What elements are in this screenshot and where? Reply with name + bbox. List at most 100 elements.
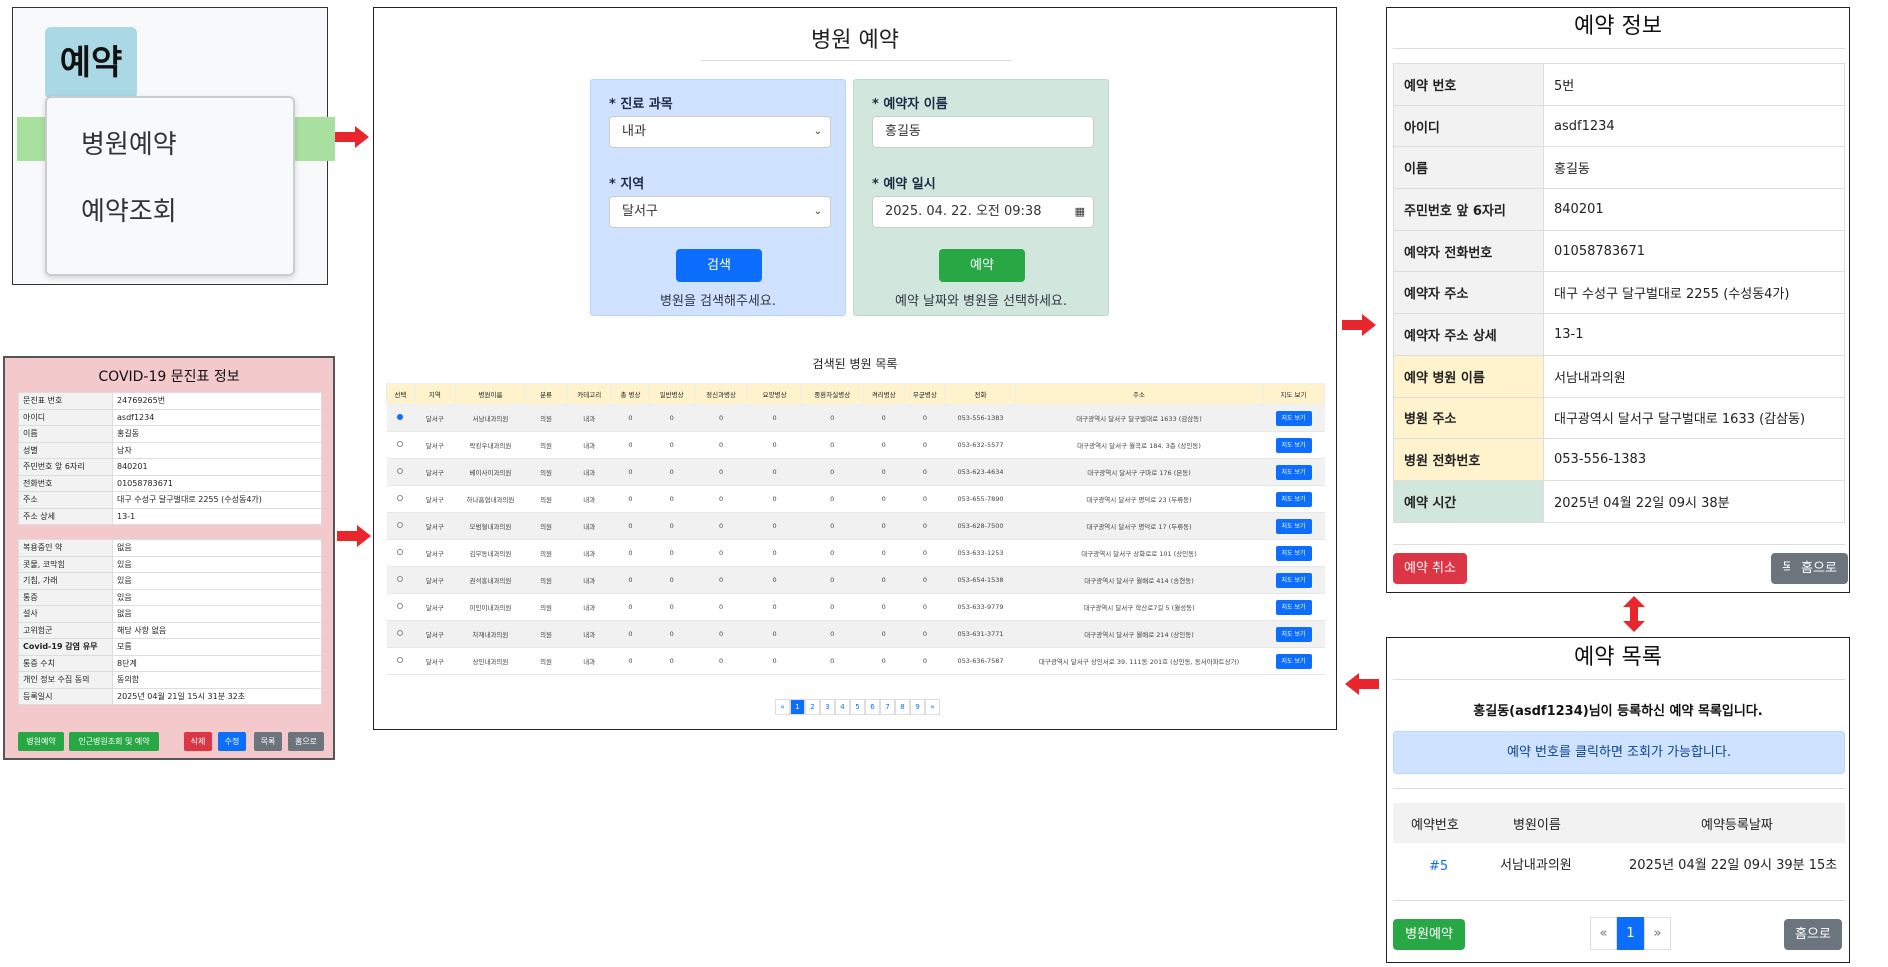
page-button[interactable]: 1 [790, 699, 805, 715]
reserve-hint: 예약 날짜와 병원을 선택하세요. [894, 294, 1067, 309]
view-map-button[interactable]: 지도 보기 [1275, 599, 1312, 615]
row-value: 홍길동 [112, 425, 322, 443]
list-title: 예약 목록 [1574, 645, 1662, 670]
page-button[interactable]: 8 [895, 699, 910, 715]
prev-page-button[interactable]: « [1590, 917, 1617, 950]
row-label: 예약자 주소 [1393, 271, 1544, 315]
list-button[interactable]: 목록 [254, 732, 282, 751]
table-cell: 0 [801, 404, 864, 432]
table-row[interactable]: 달서구 베이사이과의원 의원 내과 0 0 0 0 0 0 0 053-623-4634 대구광역시 달… [386, 458, 1325, 486]
view-map-button[interactable]: 지도 보기 [1275, 518, 1312, 534]
table-cell: 0 [863, 647, 905, 675]
col-header: 지역 [413, 383, 456, 405]
nearby-hospital-button[interactable]: 인근병원조회 및 예약 [69, 732, 159, 751]
table-cell: 내과 [566, 566, 612, 594]
list-subtitle: 홍길동(asdf1234)님이 등록하신 예약 목록입니다. [1473, 704, 1763, 719]
page-button[interactable]: 6 [865, 699, 880, 715]
row-label: 예약 병원 이름 [1393, 354, 1544, 398]
hospital-reservation-button[interactable]: 병원예약 [18, 732, 64, 751]
row-value: 서남내과의원 [1543, 354, 1845, 398]
select-radio[interactable] [397, 549, 404, 555]
view-map-button[interactable]: 지도 보기 [1275, 572, 1312, 588]
hospital-reservation-panel: 병원 예약 * 진료 과목 내과 ⌄ * 지역 달서구 ⌄ 검색 병원을 검색해주세… [373, 7, 1337, 730]
page-button[interactable]: 4 [835, 699, 850, 715]
select-radio[interactable] [397, 657, 404, 663]
name-input[interactable]: 홍길동 [872, 116, 1094, 148]
table-row[interactable]: 달서구 이인이내과의원 의원 내과 0 0 0 0 0 0 0 053-633-9779 대구광역시 달… [386, 593, 1325, 621]
table-row[interactable]: 달서구 하나흡협내과의원 의원 내과 0 0 0 0 0 0 0 053-655-7890 대구광역시 … [386, 485, 1325, 513]
table-row[interactable]: 달서구 차재내과의원 의원 내과 0 0 0 0 0 0 0 053-631-3771 대구광역시 달서… [386, 620, 1325, 648]
view-map-button[interactable]: 지도 보기 [1275, 464, 1312, 480]
row-value: 대구광역시 달서구 달구벌대로 1633 (감삼동) [1543, 396, 1845, 440]
table-row[interactable]: 달서구 모범혈내과의원 의원 내과 0 0 0 0 0 0 0 053-628-7500 대구광역시 달… [386, 512, 1325, 540]
table-row[interactable]: 달서구 상인내과의원 의원 내과 0 0 0 0 0 0 0 053-636-7587 대구광역시 달서… [386, 647, 1325, 675]
view-map-button[interactable]: 지도 보기 [1275, 653, 1312, 669]
table-row[interactable]: 달서구 권석흥내과의원 의원 내과 0 0 0 0 0 0 0 053-654-1538 대구광역시 달… [386, 566, 1325, 594]
view-map-button[interactable]: 지도 보기 [1275, 410, 1312, 426]
menu-item-hospital-reservation[interactable]: 병원예약 [47, 124, 293, 161]
page-button[interactable]: 7 [880, 699, 895, 715]
table-cell: 0 [747, 458, 802, 486]
select-radio[interactable] [397, 603, 404, 609]
page-button[interactable]: 1 [1617, 917, 1644, 950]
prev-page-button[interactable]: « [775, 699, 790, 715]
row-label: 아이디 [1393, 104, 1544, 148]
row-label: 개인 정보 수집 동의 [18, 671, 113, 689]
delete-button[interactable]: 삭제 [184, 732, 212, 751]
table-cell: 대구광역시 달서구 월배로 414 (송현동) [1015, 566, 1263, 594]
search-button[interactable]: 검색 [676, 249, 762, 282]
table-cell: 0 [694, 647, 748, 675]
page-button[interactable]: 2 [805, 699, 820, 715]
date-input-value: 2025. 04. 22. 오전 09:38 [885, 204, 1042, 219]
table-cell: 053-655-7890 [945, 485, 1016, 513]
page-button[interactable]: 3 [820, 699, 835, 715]
menu-item-reservation-lookup[interactable]: 예약조회 [47, 191, 293, 228]
table-row[interactable]: 달서구 김무동내과의원 의원 내과 0 0 0 0 0 0 0 053-633-1253 대구광역시 달… [386, 539, 1325, 567]
col-header: 예약등록날짜 [1701, 818, 1773, 833]
reservation-number-link[interactable]: #5 [1429, 859, 1448, 874]
select-radio[interactable] [397, 630, 404, 636]
reservation-menu-tab[interactable]: 예약 [45, 27, 137, 99]
table-row[interactable]: 달서구 락킹우내과의원 의원 내과 0 0 0 0 0 0 0 053-632-5577 대구광역시 달… [386, 431, 1325, 459]
home-button[interactable]: 홈으로 [1784, 919, 1842, 950]
cancel-reservation-button[interactable]: 예약 취소 [1393, 553, 1467, 584]
calendar-icon[interactable]: ▦ [1075, 197, 1085, 227]
select-radio[interactable] [397, 414, 404, 420]
row-value: 남자 [112, 441, 322, 459]
select-radio[interactable] [397, 522, 404, 528]
select-radio[interactable] [397, 441, 404, 447]
view-map-button[interactable]: 지도 보기 [1275, 437, 1312, 453]
list-table-header: 예약번호 병원이름 예약등록날짜 [1393, 803, 1845, 843]
col-header: 전화 [944, 383, 1016, 405]
col-header: 병원이름 [454, 383, 526, 405]
hospital-reservation-button[interactable]: 병원예약 [1393, 919, 1465, 950]
row-label: 전화번호 [18, 474, 113, 492]
row-label: 이름 [18, 425, 113, 443]
col-header: 카테고리 [566, 383, 613, 405]
row-value: 동의함 [112, 671, 322, 689]
next-page-button[interactable]: » [1644, 917, 1671, 950]
home-button[interactable]: 홈으로 [288, 732, 324, 751]
page-button[interactable]: 5 [850, 699, 865, 715]
page-button[interactable]: 9 [910, 699, 925, 715]
dept-select[interactable]: 내과 ⌄ [609, 116, 831, 148]
table-cell: 상인내과의원 [455, 647, 526, 675]
table-row[interactable]: 달서구 서남내과의원 의원 내과 0 0 0 0 0 0 0 053-556-1383 대구광역시 달서… [386, 404, 1325, 432]
select-radio[interactable] [397, 468, 404, 474]
select-radio[interactable] [397, 576, 404, 582]
reserve-button[interactable]: 예약 [939, 249, 1025, 282]
view-map-button[interactable]: 지도 보기 [1275, 626, 1312, 642]
select-radio[interactable] [397, 495, 404, 501]
table-cell: 0 [863, 512, 905, 540]
row-value: 있음 [112, 588, 322, 606]
home-button[interactable]: 홈으로 [1790, 553, 1848, 584]
edit-button[interactable]: 수정 [218, 732, 246, 751]
region-select[interactable]: 달서구 ⌄ [609, 196, 831, 228]
view-map-button[interactable]: 지도 보기 [1275, 545, 1312, 561]
date-input[interactable]: 2025. 04. 22. 오전 09:38 ▦ [872, 196, 1094, 228]
next-page-button[interactable]: » [925, 699, 940, 715]
table-cell: 0 [611, 539, 649, 567]
table-cell: 0 [611, 485, 649, 513]
view-map-button[interactable]: 지도 보기 [1275, 491, 1312, 507]
table-cell: 0 [863, 620, 905, 648]
